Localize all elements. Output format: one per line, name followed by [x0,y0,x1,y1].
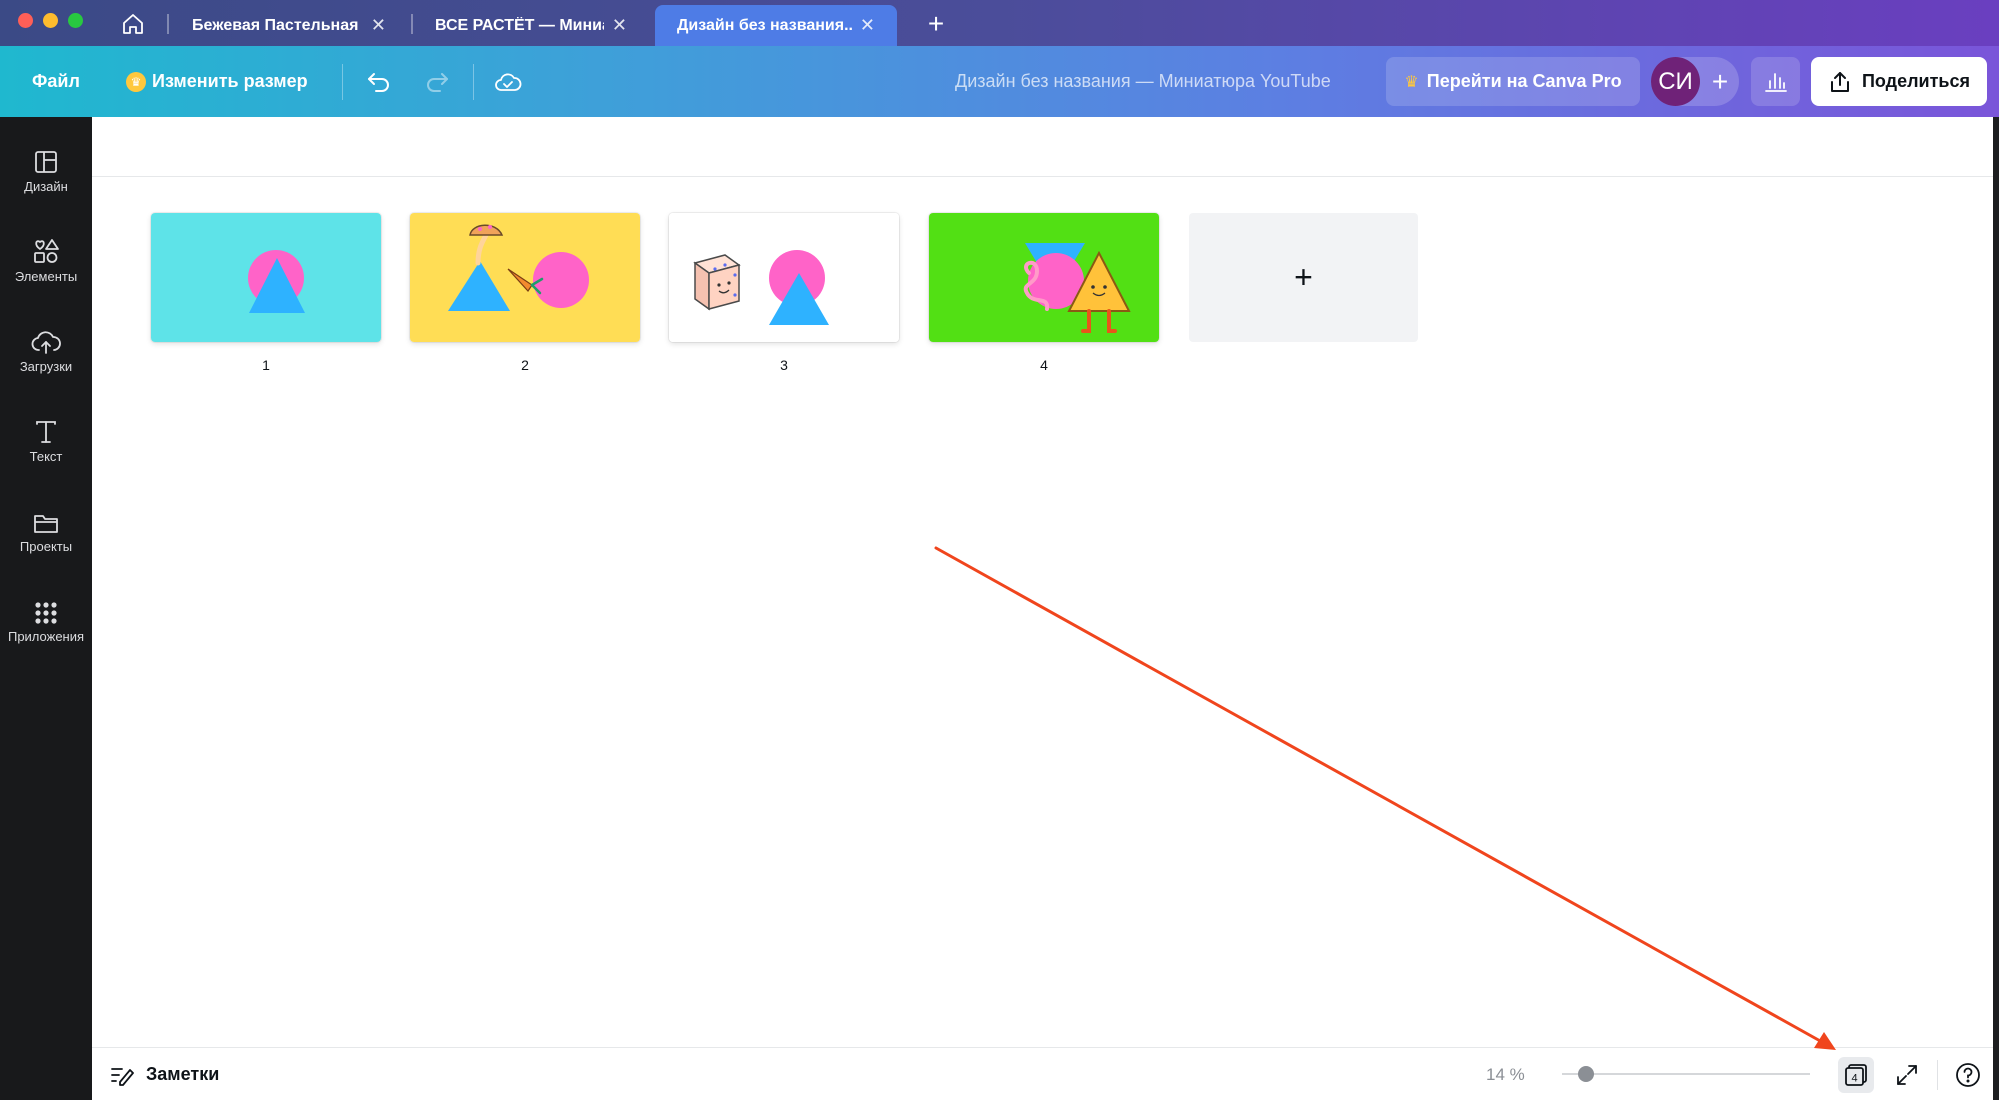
sidebar-item-label: Текст [29,449,63,464]
page-count-number: 4 [1851,1073,1857,1085]
zoom-percentage[interactable]: 14 % [1486,1048,1525,1101]
tab-title: Бежевая Пастельная ... [192,16,363,34]
notes-button[interactable]: Заметки [110,1048,219,1101]
toolbar-divider [473,64,474,100]
new-tab-button[interactable]: + [921,8,951,39]
window-minimize-button[interactable] [43,13,58,28]
page-count-button[interactable]: 4 [1838,1057,1874,1093]
add-collaborator-button[interactable]: + [1702,57,1738,106]
tab-vse-rastet[interactable]: ВСЕ РАСТЁТ — Миниа... ✕ [413,5,649,46]
notes-label: Заметки [146,1064,220,1084]
zoom-slider-handle[interactable] [1578,1066,1594,1082]
plus-icon: + [1294,259,1313,295]
insights-button[interactable] [1751,57,1800,106]
close-icon[interactable]: ✕ [860,15,875,36]
tab-divider [167,14,169,34]
pages-icon: 4 [1845,1064,1867,1086]
zoom-slider[interactable] [1562,1073,1810,1075]
document-title[interactable]: Дизайн без названия — Миниатюра YouTube [955,46,1331,117]
apps-grid-icon [35,602,57,624]
page-background [410,213,640,342]
sidebar-item-label: Загрузки [19,359,73,374]
avatar[interactable]: СИ [1651,57,1700,106]
resize-button[interactable]: ♛ Изменить размер [126,46,308,117]
dice-sticker [693,254,741,311]
share-label: Поделиться [1861,71,1971,91]
sidebar-item-apps[interactable]: Приложения [0,585,92,665]
text-icon [36,421,56,443]
window-zoom-button[interactable] [68,13,83,28]
close-icon[interactable]: ✕ [371,15,386,36]
window-right-edge [1993,117,1999,1100]
sidebar-item-projects[interactable]: Проекты [0,495,92,575]
page-thumbnail-2[interactable] [410,213,640,342]
page-2-artwork [410,213,640,342]
browser-tab-bar: Бежевая Пастельная ... ✕ ВСЕ РАСТЁТ — Ми… [0,0,1999,46]
sidebar-item-design[interactable]: Дизайн [0,135,92,215]
add-page-button[interactable]: + [1189,213,1418,342]
notes-icon [111,1067,134,1086]
page-thumbnail-3[interactable] [669,213,899,342]
share-icon [1830,71,1849,92]
folder-icon [34,515,58,533]
save-status-button[interactable] [490,64,526,100]
page-4-artwork [929,213,1159,342]
page-number: 4 [1040,357,1048,373]
shapes-icon [34,239,59,263]
left-sidebar: Дизайн Элементы Загрузки Текст Проекты П… [0,117,92,1100]
plus-icon: + [1711,65,1729,97]
home-icon [123,14,143,34]
page-1-artwork [151,213,381,342]
page-number: 3 [780,357,788,373]
sidebar-item-label: Проекты [19,539,73,554]
canva-pro-button[interactable]: ♛ Перейти на Canva Pro [1386,57,1640,106]
help-button[interactable] [1950,1057,1986,1093]
bottom-bar: Заметки 14 % 4 [92,1047,1999,1101]
page-number: 2 [521,357,529,373]
stats-icon [1764,72,1787,92]
tab-title: Дизайн без названия... [677,16,852,34]
page-thumbnail-4[interactable] [929,213,1159,342]
resize-label: Изменить размер [152,71,308,91]
close-icon[interactable]: ✕ [612,15,627,36]
tab-title: ВСЕ РАСТЁТ — Миниа... [435,16,604,34]
sidebar-item-elements[interactable]: Элементы [0,225,92,305]
sidebar-item-uploads[interactable]: Загрузки [0,315,92,395]
layout-icon [35,151,57,173]
redo-button[interactable] [419,64,455,100]
sidebar-item-label: Дизайн [24,179,68,194]
crown-icon: ♛ [1404,73,1419,91]
share-button[interactable]: Поделиться [1811,57,1987,106]
page-thumbnail-1[interactable] [151,213,381,342]
canvas-divider [92,176,1999,177]
page-number: 1 [262,357,270,373]
file-menu-button[interactable]: Файл [32,46,80,117]
toolbar-divider [342,64,343,100]
cloud-saved-icon [495,73,522,91]
plus-icon: + [927,8,945,39]
redo-icon [427,73,448,92]
window-close-button[interactable] [18,13,33,28]
tab-beige-pastel[interactable]: Бежевая Пастельная ... ✕ [170,5,408,46]
crown-icon: ♛ [126,71,146,92]
editor-toolbar: Файл ♛ Изменить размер Дизайн без назван… [0,46,1999,117]
bottom-bar-divider [1937,1060,1938,1090]
sidebar-item-label: Приложения [7,629,85,644]
undo-icon [368,73,389,92]
fullscreen-button[interactable] [1889,1057,1925,1093]
home-button[interactable] [118,10,148,38]
fullscreen-icon [1897,1065,1917,1085]
tab-untitled-design[interactable]: Дизайн без названия... ✕ [655,5,897,46]
cloud-upload-icon [31,331,61,354]
undo-button[interactable] [361,64,397,100]
sidebar-item-label: Элементы [14,269,78,284]
page-3-artwork [669,213,899,342]
sidebar-item-text[interactable]: Текст [0,405,92,485]
help-icon [1956,1063,1980,1087]
canva-pro-label: Перейти на Canva Pro [1426,71,1622,91]
